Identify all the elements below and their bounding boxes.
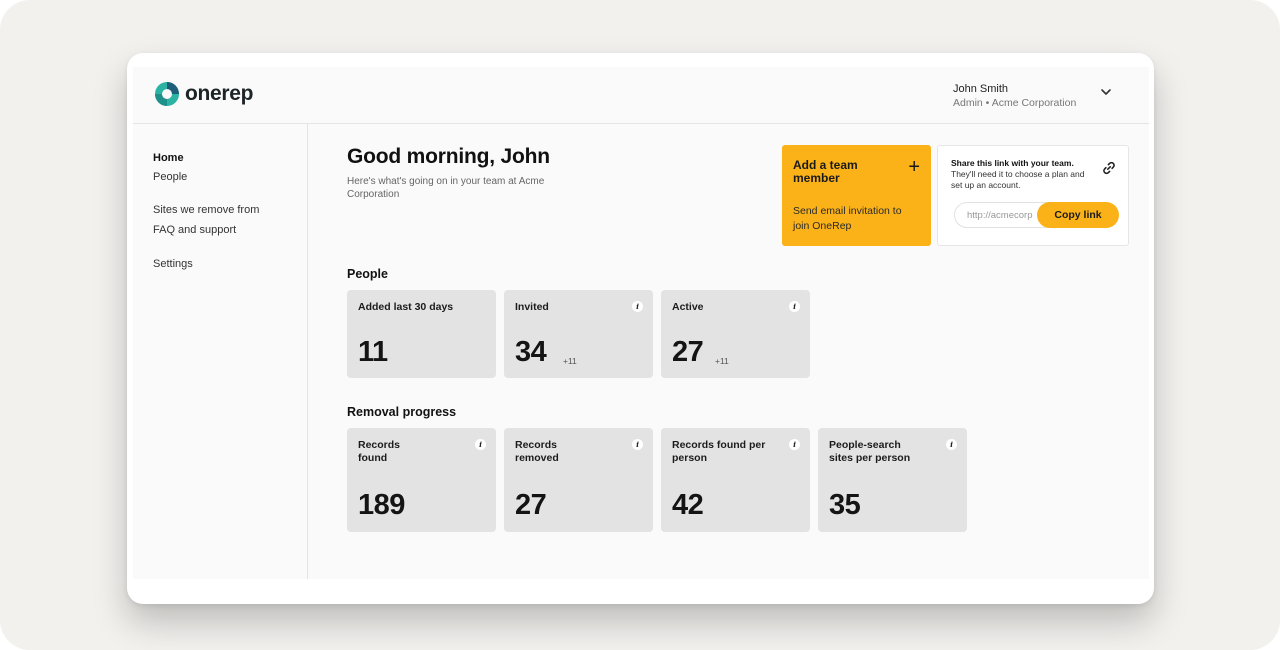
stat-value: 11 bbox=[358, 336, 388, 368]
app-window: onerep John Smith Admin • Acme Corporati… bbox=[127, 53, 1154, 604]
user-role: Admin • Acme Corporation bbox=[953, 97, 1077, 109]
user-menu[interactable]: John Smith Admin • Acme Corporation bbox=[953, 83, 1076, 109]
stat-card-sites-per-person: People-search sites per person i 35 bbox=[818, 428, 967, 532]
page-subtitle: Here's what's going on in your team at A… bbox=[347, 176, 545, 200]
stat-card-invited: Invited i 34 +11 bbox=[504, 290, 653, 378]
stat-label: People-search sites per person bbox=[829, 439, 911, 464]
sidebar-item-sites[interactable]: Sites we remove from bbox=[153, 204, 259, 216]
onerep-logo-icon bbox=[155, 82, 179, 106]
stat-value: 42 bbox=[672, 489, 704, 521]
stat-delta: +11 bbox=[563, 356, 577, 366]
page-title: Good morning, John bbox=[347, 145, 550, 168]
chevron-down-icon[interactable] bbox=[1099, 85, 1113, 99]
info-icon[interactable]: i bbox=[789, 439, 800, 450]
stat-delta: +11 bbox=[715, 356, 729, 366]
brand-name: onerep bbox=[185, 82, 254, 105]
info-icon[interactable]: i bbox=[632, 301, 643, 312]
stat-label: Invited bbox=[515, 301, 549, 313]
info-icon[interactable]: i bbox=[789, 301, 800, 312]
stat-card-records-per-person: Records found per person i 42 bbox=[661, 428, 810, 532]
people-section-title: People bbox=[347, 267, 388, 281]
add-member-title: Add a team member bbox=[793, 158, 858, 185]
stat-value: 34 bbox=[515, 336, 547, 368]
info-icon[interactable]: i bbox=[632, 439, 643, 450]
sidebar-item-faq[interactable]: FAQ and support bbox=[153, 224, 236, 236]
sidebar: Home People Sites we remove from FAQ and… bbox=[133, 124, 308, 579]
add-team-member-card[interactable]: Add a team member + Send email invitatio… bbox=[782, 145, 931, 246]
share-link-card: Share this link with your team. They'll … bbox=[937, 145, 1129, 246]
stat-label: Records found bbox=[358, 439, 401, 464]
top-bar: onerep John Smith Admin • Acme Corporati… bbox=[133, 67, 1149, 124]
sidebar-item-home[interactable]: Home bbox=[153, 152, 184, 164]
stat-label: Records removed bbox=[515, 439, 559, 464]
copy-link-button[interactable]: Copy link bbox=[1037, 202, 1119, 228]
stat-value: 189 bbox=[358, 489, 405, 521]
stat-label: Added last 30 days bbox=[358, 301, 454, 313]
user-name: John Smith bbox=[953, 83, 1009, 95]
brand-logo[interactable]: onerep bbox=[155, 82, 254, 106]
link-icon[interactable] bbox=[1101, 160, 1117, 176]
share-description-bold: Share this link with your team. bbox=[951, 158, 1074, 168]
stat-card-records-found: Records found i 189 bbox=[347, 428, 496, 532]
share-description-rest: They'll need it to choose a plan and set… bbox=[951, 169, 1085, 190]
stat-label: Records found per person bbox=[672, 439, 766, 464]
stat-value: 35 bbox=[829, 489, 861, 521]
stat-card-active: Active i 27 +11 bbox=[661, 290, 810, 378]
stat-label: Active bbox=[672, 301, 704, 313]
info-icon[interactable]: i bbox=[475, 439, 486, 450]
sidebar-item-people[interactable]: People bbox=[153, 171, 187, 183]
stat-value: 27 bbox=[672, 336, 704, 368]
stat-card-records-removed: Records removed i 27 bbox=[504, 428, 653, 532]
share-description: Share this link with your team. They'll … bbox=[951, 158, 1096, 191]
sidebar-item-settings[interactable]: Settings bbox=[153, 258, 193, 270]
stat-value: 27 bbox=[515, 489, 547, 521]
app-screen: onerep John Smith Admin • Acme Corporati… bbox=[133, 67, 1149, 579]
stat-card-added: Added last 30 days 11 bbox=[347, 290, 496, 378]
info-icon[interactable]: i bbox=[946, 439, 957, 450]
plus-icon[interactable]: + bbox=[908, 157, 920, 177]
add-member-description: Send email invitation to join OneRep bbox=[793, 205, 902, 232]
removal-section-title: Removal progress bbox=[347, 405, 457, 419]
